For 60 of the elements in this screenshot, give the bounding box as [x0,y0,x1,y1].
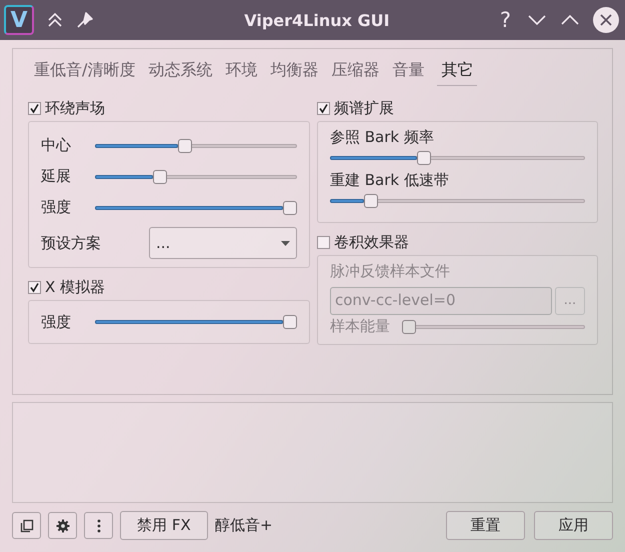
checkbox-label: 环绕声场 [45,98,105,118]
file-field[interactable]: conv-cc-level=0 [330,287,552,315]
slider-label: 强度 [41,198,72,217]
preset-label: 预设方案 [41,234,102,252]
dialog-button[interactable]: 重置 [446,511,525,540]
tab[interactable]: 重低音/清晰度 [34,57,136,86]
tab[interactable]: 压缩器 [331,57,380,86]
preset-dropdown[interactable]: ... [149,227,297,259]
help-button[interactable]: ? [500,8,511,32]
menu-button[interactable] [84,512,113,539]
checkbox[interactable] [317,102,330,114]
slider-handle[interactable] [283,200,297,214]
checkbox[interactable] [317,236,330,248]
keep-above-icon[interactable] [46,12,64,28]
tab[interactable]: 均衡器 [270,57,318,86]
slider-label: 延展 [41,167,72,186]
slider[interactable] [95,200,297,214]
slider-label: 重建 Bark 低速带 [330,171,450,190]
disable-fx-button[interactable]: 禁用 FX [120,511,208,540]
more-icon [96,518,100,532]
slider-handle[interactable] [416,151,431,165]
slider[interactable] [330,151,585,165]
slider[interactable] [95,138,297,152]
tab[interactable]: 动态系统 [148,57,212,86]
tab[interactable]: 环境 [225,57,258,86]
checkbox[interactable] [28,102,41,114]
slider[interactable] [402,320,585,334]
dialog-button[interactable]: 应用 [534,511,613,540]
slider[interactable] [330,194,585,208]
slider[interactable] [95,315,297,329]
slider-handle[interactable] [178,138,192,152]
browse-button[interactable]: ... [555,287,585,315]
file-label: 脉冲反馈样本文件 [330,262,451,281]
settings-button[interactable] [48,512,77,539]
slider-handle[interactable] [283,315,297,329]
pin-icon[interactable] [76,11,94,29]
maximize-icon[interactable] [560,14,580,26]
tab[interactable]: 音量 [392,57,424,86]
checkbox-label: 卷积效果器 [334,232,409,252]
copy-icon [20,518,34,532]
slider-handle[interactable] [402,320,416,334]
close-icon[interactable] [593,7,619,33]
slider-label: 参照 Bark 频率 [330,128,435,147]
dropdown-arrow-icon [281,240,290,246]
app-logo: V [4,5,34,35]
slider-handle[interactable] [364,194,378,208]
minimize-icon[interactable] [527,14,547,26]
slider-label: 强度 [41,312,72,332]
checkbox-label: X 模拟器 [45,278,106,296]
slider[interactable] [95,170,297,184]
slider-label: 中心 [41,136,72,155]
tab[interactable]: 其它 [437,57,478,86]
window-title: Viper4Linux GUI [243,10,391,30]
checkbox[interactable] [28,280,41,294]
slider-label: 样本能量 [330,317,391,336]
preset-name: 醇低音+ [215,516,273,535]
checkbox-label: 频谱扩展 [334,98,394,118]
window-button[interactable] [12,512,41,539]
slider-handle[interactable] [153,170,168,184]
settings-icon [56,518,70,532]
